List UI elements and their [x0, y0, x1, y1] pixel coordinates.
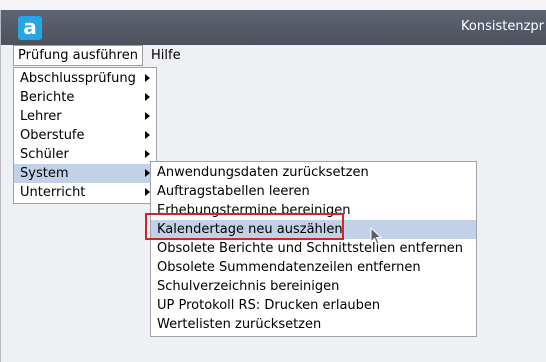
app-window: a Konsistenzpr Prüfung ausführen Hilfe A… [0, 10, 546, 362]
submenu-item-label: Wertelisten zurücksetzen [157, 317, 322, 332]
submenu-item-label: Obsolete Berichte und Schnittstellen ent… [157, 241, 464, 256]
submenu-item-auftragstabellen[interactable]: Auftragstabellen leeren [151, 182, 476, 201]
app-logo-icon: a [18, 16, 42, 40]
menu-item-schueler[interactable]: Schüler [14, 145, 156, 164]
mouse-cursor-icon [370, 227, 383, 245]
submenu-arrow-icon [145, 93, 150, 101]
submenu-arrow-icon [145, 131, 150, 139]
system-submenu: Anwendungsdaten zurücksetzen Auftragstab… [150, 161, 477, 337]
submenu-item-obsolete-berichte[interactable]: Obsolete Berichte und Schnittstellen ent… [151, 239, 476, 258]
submenu-item-obsolete-summendatenzeilen[interactable]: Obsolete Summendatenzeilen entfernen [151, 258, 476, 277]
menu-item-label: Abschlussprüfung [20, 71, 136, 86]
menu-item-berichte[interactable]: Berichte [14, 88, 156, 107]
submenu-item-anwendungsdaten[interactable]: Anwendungsdaten zurücksetzen [151, 163, 476, 182]
menu-item-label: Schüler [20, 147, 69, 162]
window-title: Konsistenzpr [461, 19, 544, 34]
annotation-highlight-box [145, 213, 344, 240]
menu-item-label: Oberstufe [20, 128, 85, 143]
menu-item-label: Lehrer [20, 109, 62, 124]
menu-bar: Prüfung ausführen Hilfe [1, 45, 546, 66]
menu-item-system[interactable]: System [14, 164, 156, 183]
menu-item-unterricht[interactable]: Unterricht [14, 183, 156, 202]
submenu-arrow-icon [145, 112, 150, 120]
menu-item-abschlusspruefung[interactable]: Abschlussprüfung [14, 69, 156, 88]
submenu-arrow-icon [145, 74, 150, 82]
app-logo-letter: a [23, 15, 37, 39]
menu-item-label: Berichte [20, 90, 75, 105]
submenu-item-up-protokoll[interactable]: UP Protokoll RS: Drucken erlauben [151, 296, 476, 315]
title-bar[interactable]: a Konsistenzpr [1, 10, 546, 45]
menu-item-oberstufe[interactable]: Oberstufe [14, 126, 156, 145]
menu-item-label: Unterricht [20, 185, 86, 200]
menu-item-label: System [20, 166, 69, 181]
submenu-item-schulverzeichnis[interactable]: Schulverzeichnis bereinigen [151, 277, 476, 296]
submenu-item-label: UP Protokoll RS: Drucken erlauben [157, 298, 381, 313]
submenu-item-label: Anwendungsdaten zurücksetzen [157, 165, 369, 180]
menu-item-lehrer[interactable]: Lehrer [14, 107, 156, 126]
dropdown-menu: Abschlussprüfung Berichte Lehrer Oberstu… [13, 67, 157, 204]
screen: a Konsistenzpr Prüfung ausführen Hilfe A… [0, 0, 546, 362]
submenu-item-wertelisten[interactable]: Wertelisten zurücksetzen [151, 315, 476, 334]
submenu-item-label: Obsolete Summendatenzeilen entfernen [157, 260, 421, 275]
submenu-arrow-icon [145, 150, 150, 158]
menu-hilfe[interactable]: Hilfe [147, 45, 185, 66]
submenu-item-label: Auftragstabellen leeren [157, 184, 310, 199]
menu-pruefung-ausfuehren[interactable]: Prüfung ausführen [13, 45, 143, 66]
submenu-item-label: Schulverzeichnis bereinigen [157, 279, 340, 294]
